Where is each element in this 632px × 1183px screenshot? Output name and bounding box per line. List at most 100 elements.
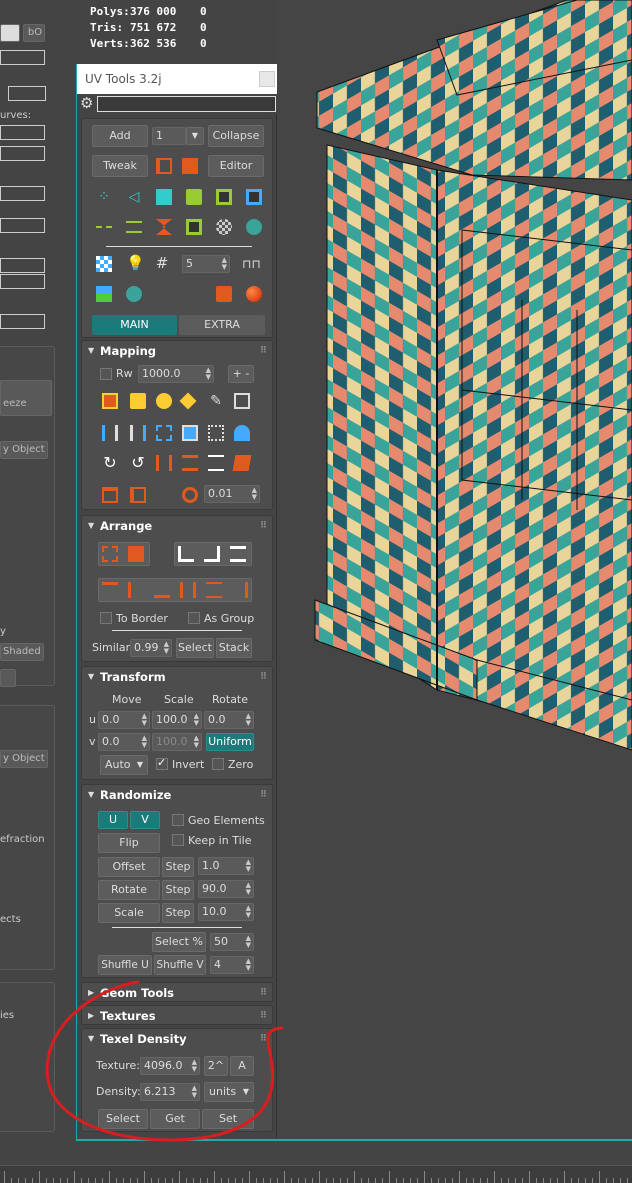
rw-checkbox[interactable] xyxy=(100,368,112,380)
select-percent-spinner[interactable]: 50 ▲ ▼ xyxy=(210,933,254,951)
edge-icon[interactable]: ◁ xyxy=(126,189,142,205)
td-select-button[interactable]: Select xyxy=(98,1109,148,1129)
texture-spinner[interactable]: 4096.0 ▲ ▼ xyxy=(140,1057,200,1075)
rotate-ccw-icon[interactable]: ↺ xyxy=(130,455,146,471)
v-move-spinner[interactable]: 0.0 ▲ ▼ xyxy=(98,733,150,751)
td-set-button[interactable]: Set xyxy=(202,1109,254,1129)
similar-spinner[interactable]: 0.99 ▲ ▼ xyxy=(130,639,172,657)
sphere-icon[interactable] xyxy=(246,219,262,235)
field-6[interactable] xyxy=(0,218,45,233)
red-cube-icon[interactable] xyxy=(216,286,232,302)
u-toggle[interactable]: U xyxy=(98,811,128,829)
skew-icon[interactable] xyxy=(232,455,252,471)
scale-spinner[interactable]: 10.0 ▲ ▼ xyxy=(198,903,254,921)
density-spinner[interactable]: 6.213 ▲ ▼ xyxy=(140,1083,200,1101)
rotate-button[interactable]: Rotate xyxy=(98,880,160,900)
scale-step-button[interactable]: Step xyxy=(162,903,194,923)
cylinder-map-icon[interactable] xyxy=(156,393,172,409)
normalize-icon[interactable] xyxy=(156,425,172,441)
textures-header[interactable]: ▶ Textures ⠿ xyxy=(82,1006,272,1026)
pointer-sphere-icon[interactable] xyxy=(126,286,142,302)
mapping-spinner[interactable]: 0.01 ▲ ▼ xyxy=(204,485,260,503)
to-border-checkbox[interactable] xyxy=(100,612,112,624)
align-bottom-icon[interactable] xyxy=(154,582,170,598)
checker-icon[interactable] xyxy=(216,219,232,235)
frame-icon[interactable] xyxy=(208,425,224,441)
stack-bars-icon[interactable] xyxy=(230,546,246,562)
element-icon[interactable] xyxy=(186,189,202,205)
freeze-button[interactable]: eeze xyxy=(0,380,52,416)
loop-icon[interactable] xyxy=(126,221,142,233)
shaded-button[interactable]: Shaded xyxy=(0,643,44,661)
rw-spinner[interactable]: 1000.0 ▲ ▼ xyxy=(138,365,214,383)
align-center-h-icon[interactable] xyxy=(128,582,144,598)
field-4[interactable] xyxy=(0,146,45,161)
rotate-spinner[interactable]: 90.0 ▲ ▼ xyxy=(198,880,254,898)
small-dropdown[interactable] xyxy=(0,669,16,687)
tab-extra[interactable]: EXTRA xyxy=(179,315,265,335)
field-3[interactable] xyxy=(0,125,45,140)
align-left-icon[interactable] xyxy=(180,582,196,598)
fit-square-icon[interactable] xyxy=(182,425,198,441)
arrange-header[interactable]: ▼ Arrange ⠿ xyxy=(82,516,272,536)
rotate-step-button[interactable]: Step xyxy=(162,880,194,900)
keep-in-tile-checkbox[interactable] xyxy=(172,834,184,846)
as-group-checkbox[interactable] xyxy=(188,612,200,624)
transform-header[interactable]: ▼ Transform ⠿ xyxy=(82,667,272,687)
image-icon[interactable] xyxy=(96,286,112,302)
shuffle-v-button[interactable]: Shuffle V xyxy=(154,955,206,975)
offset-step-button[interactable]: Step xyxy=(162,857,194,877)
align-lines-icon[interactable] xyxy=(208,455,224,471)
geo-elements-checkbox[interactable] xyxy=(172,814,184,826)
grid-spinner[interactable]: 5 ▲ ▼ xyxy=(182,255,230,273)
color-swatch[interactable] xyxy=(0,24,20,42)
select-button[interactable]: Select xyxy=(176,638,214,658)
uniform-toggle[interactable]: Uniform xyxy=(206,733,254,751)
face-icon[interactable] xyxy=(156,189,172,205)
field-2[interactable] xyxy=(8,86,46,101)
pack-icon[interactable] xyxy=(102,546,118,562)
pack-fill-icon[interactable] xyxy=(128,546,144,562)
v-toggle[interactable]: V xyxy=(130,811,160,829)
tab-main[interactable]: MAIN xyxy=(92,315,177,335)
rotate-cw-icon[interactable]: ↻ xyxy=(102,455,118,471)
border-blue-icon[interactable] xyxy=(246,189,262,205)
align-right-icon[interactable] xyxy=(232,582,248,598)
plus-minus-button[interactable]: + - xyxy=(228,365,254,383)
by-object-button-2[interactable]: y Object xyxy=(0,750,48,768)
randomize-header[interactable]: ▼ Randomize ⠿ xyxy=(82,785,272,805)
offset-button[interactable]: Offset xyxy=(98,857,160,877)
distribute-v-icon[interactable] xyxy=(204,546,220,562)
field-9[interactable] xyxy=(0,314,45,329)
diamond-map-icon[interactable] xyxy=(179,392,197,410)
field-7[interactable] xyxy=(0,258,45,273)
flip-button[interactable]: Flip xyxy=(98,833,160,853)
select-percent-button[interactable]: Select % xyxy=(152,932,206,952)
gear-icon[interactable]: ⚙ xyxy=(80,95,93,112)
eyedropper-icon[interactable]: ✎ xyxy=(208,393,224,409)
align-u-icon[interactable] xyxy=(102,425,118,441)
viewport[interactable] xyxy=(277,0,632,1140)
planar-map-icon[interactable] xyxy=(102,393,118,409)
add-button[interactable]: Add xyxy=(92,125,148,147)
search-input[interactable] xyxy=(97,96,276,112)
tweak-button[interactable]: Tweak xyxy=(92,155,148,177)
field-8[interactable] xyxy=(0,274,45,289)
pow2-button[interactable]: 2^ xyxy=(204,1056,228,1076)
red-sphere-icon[interactable] xyxy=(246,286,262,302)
tweak-mode-icon-2[interactable] xyxy=(182,158,198,174)
align-top-icon[interactable] xyxy=(102,582,118,598)
texel-density-header[interactable]: ▼ Texel Density ⠿ xyxy=(82,1029,272,1049)
td-get-button[interactable]: Get xyxy=(150,1109,200,1129)
align-center-v-icon[interactable] xyxy=(206,582,222,598)
bo-button[interactable]: bO xyxy=(23,24,45,42)
fit-icon[interactable] xyxy=(234,393,250,409)
u-move-spinner[interactable]: 0.0 ▲ ▼ xyxy=(98,711,150,729)
lightbulb-icon[interactable]: 💡 xyxy=(126,255,145,271)
distribute-h-icon[interactable] xyxy=(178,546,194,562)
zero-checkbox[interactable] xyxy=(212,758,224,770)
editor-button[interactable]: Editor xyxy=(208,155,264,177)
invert-checkbox[interactable] xyxy=(156,756,168,770)
auto-dropdown[interactable]: Auto ▼ xyxy=(100,755,148,775)
u-rotate-spinner[interactable]: 0.0 ▲ ▼ xyxy=(204,711,254,729)
